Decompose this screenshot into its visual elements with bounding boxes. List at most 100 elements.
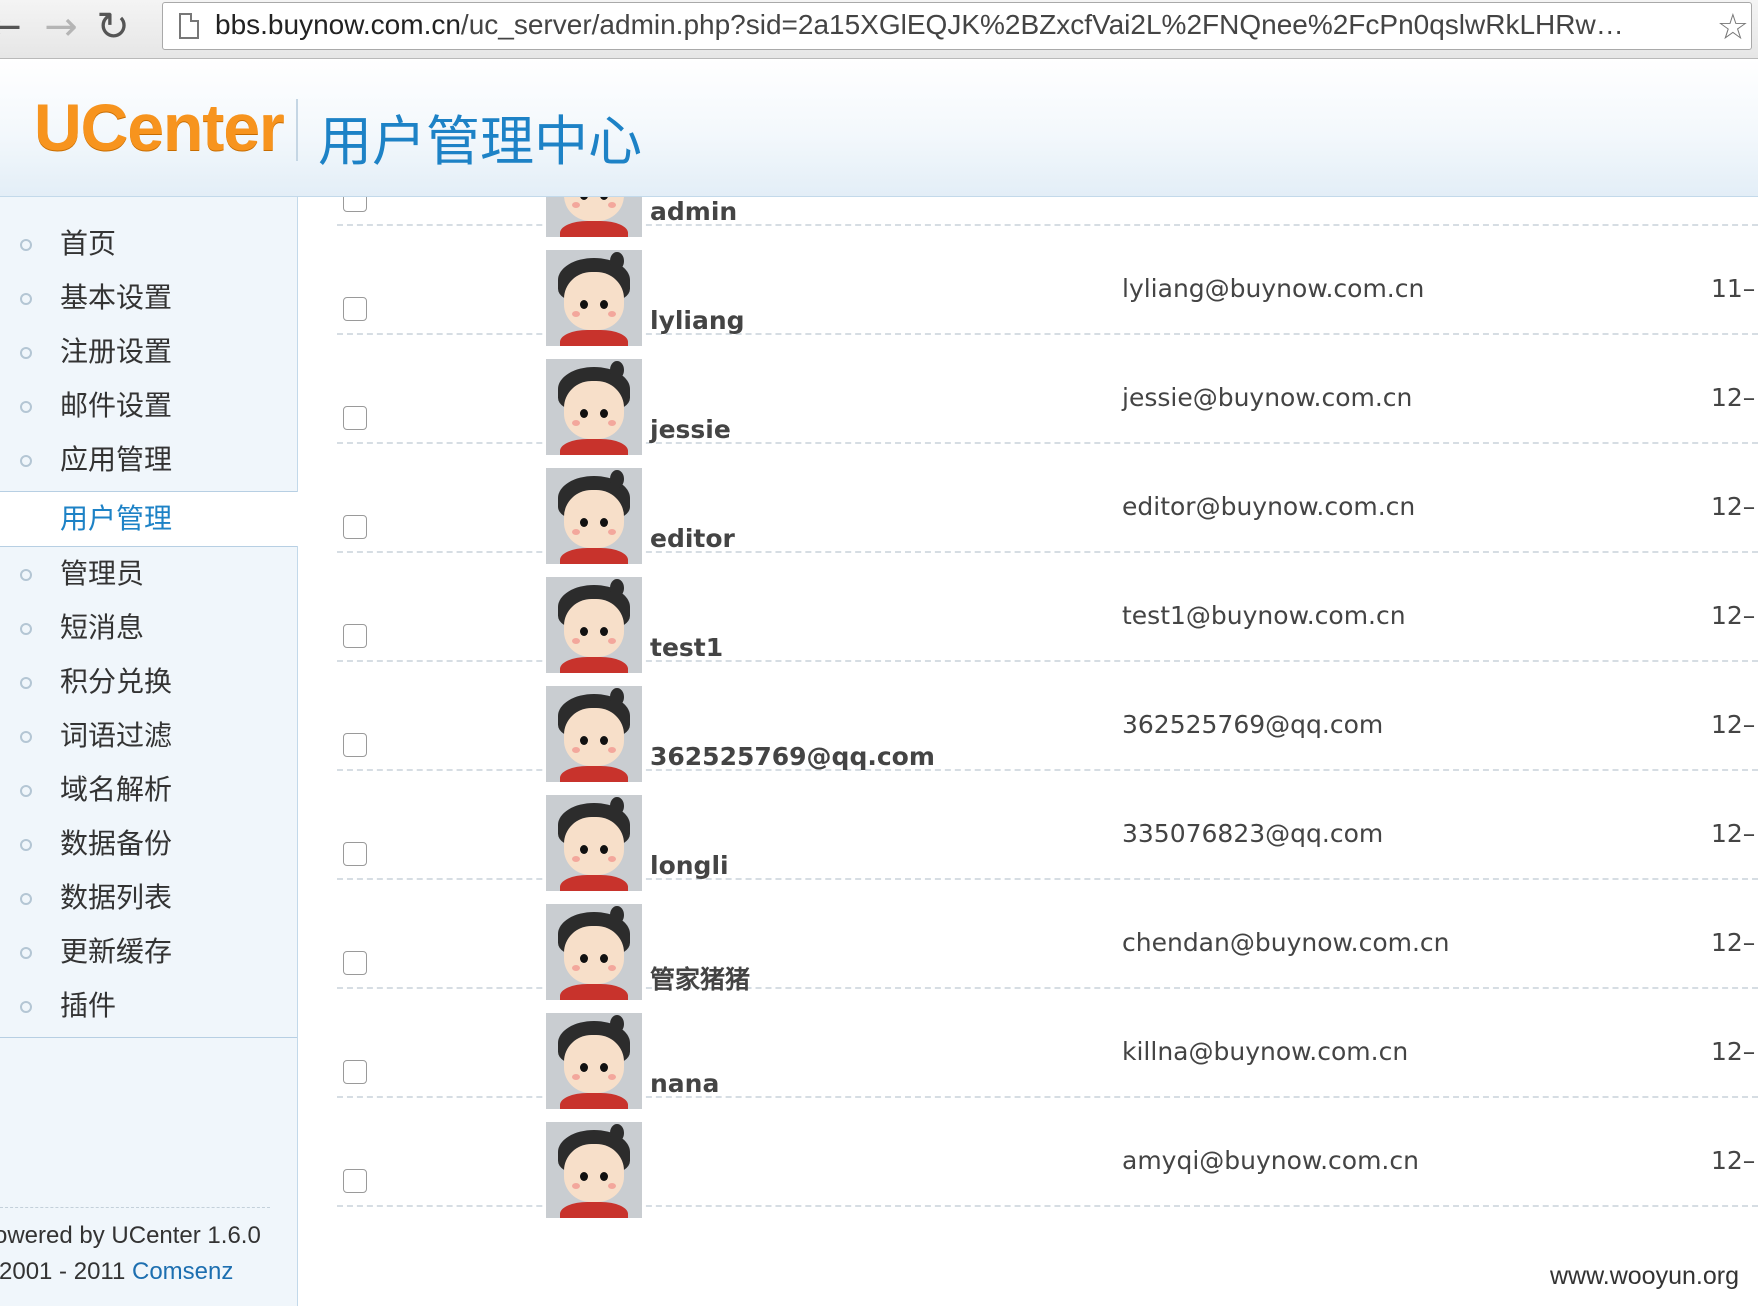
avatar bbox=[546, 795, 642, 891]
username[interactable]: longli bbox=[650, 851, 729, 880]
watermark-text: www.wooyun.org bbox=[1550, 1262, 1739, 1290]
sidebar-item-label: 管理员 bbox=[60, 557, 145, 590]
bullet-icon bbox=[20, 731, 32, 743]
register-date: 12– bbox=[1711, 819, 1756, 848]
table-row: longli 335076823@qq.com 12– bbox=[337, 771, 1758, 891]
register-date: 12– bbox=[1711, 710, 1756, 739]
avatar bbox=[546, 686, 642, 782]
sidebar-item-label: 数据备份 bbox=[60, 827, 173, 860]
header-divider bbox=[296, 99, 298, 161]
row-checkbox[interactable] bbox=[343, 297, 367, 321]
copyright-years: 2001 - 2011 bbox=[0, 1258, 126, 1285]
sidebar-item[interactable]: 短消息 bbox=[0, 601, 297, 655]
register-date: 12– bbox=[1711, 383, 1756, 412]
username[interactable]: nana bbox=[650, 1069, 719, 1098]
sidebar-item-label: 插件 bbox=[60, 989, 117, 1022]
sidebar-item[interactable]: 注册设置 bbox=[0, 325, 297, 379]
user-email: amyqi@buynow.com.cn bbox=[1122, 1146, 1419, 1175]
bookmark-star-icon[interactable]: ☆ bbox=[1717, 7, 1749, 48]
user-email: editor@buynow.com.cn bbox=[1122, 492, 1416, 521]
row-checkbox[interactable] bbox=[343, 951, 367, 975]
row-checkbox[interactable] bbox=[343, 406, 367, 430]
user-email: test1@buynow.com.cn bbox=[1122, 601, 1406, 630]
username[interactable]: test1 bbox=[650, 633, 723, 662]
bullet-icon bbox=[20, 947, 32, 959]
avatar bbox=[546, 1122, 642, 1218]
bullet-icon bbox=[20, 239, 32, 251]
address-bar[interactable]: bbs.buynow.com.cn/uc_server/admin.php?si… bbox=[162, 2, 1752, 50]
forward-arrow-icon[interactable]: → bbox=[38, 4, 84, 50]
bullet-icon bbox=[20, 455, 32, 467]
sidebar: 首页基本设置注册设置邮件设置应用管理 用户管理 管理员短消息积分兑换词语过滤域名… bbox=[0, 197, 298, 1306]
sidebar-item-label: 数据列表 bbox=[60, 881, 173, 914]
username[interactable]: editor bbox=[650, 524, 735, 553]
avatar bbox=[546, 359, 642, 455]
url-text[interactable]: bbs.buynow.com.cn/uc_server/admin.php?si… bbox=[215, 9, 1624, 41]
url-host: bbs.buynow.com.cn bbox=[215, 9, 461, 40]
table-row: lyliang lyliang@buynow.com.cn 11– bbox=[337, 226, 1758, 346]
sidebar-item-label: 词语过滤 bbox=[60, 719, 173, 752]
avatar bbox=[546, 468, 642, 564]
bullet-icon bbox=[20, 677, 32, 689]
username[interactable]: lyliang bbox=[650, 306, 745, 335]
table-row: 362525769@qq.com 362525769@qq.com 12– bbox=[337, 662, 1758, 782]
avatar bbox=[546, 577, 642, 673]
bullet-icon bbox=[20, 569, 32, 581]
browser-toolbar: ← → ↻ bbs.buynow.com.cn/uc_server/admin.… bbox=[0, 0, 1758, 59]
table-row: amyqi@buynow.com.cn 12– bbox=[337, 1098, 1758, 1218]
bullet-icon bbox=[20, 893, 32, 905]
table-row: admin11– bbox=[337, 197, 1758, 237]
user-email: 335076823@qq.com bbox=[1122, 819, 1384, 848]
ucenter-logo[interactable]: UCenter bbox=[34, 89, 285, 165]
register-date: 12– bbox=[1711, 492, 1756, 521]
powered-by-text: owered by UCenter 1.6.0 bbox=[0, 1222, 261, 1249]
sidebar-item-label: 更新缓存 bbox=[60, 935, 173, 968]
sidebar-item[interactable]: 基本设置 bbox=[0, 271, 297, 325]
menu-group-settings: 首页基本设置注册设置邮件设置应用管理 bbox=[0, 197, 297, 492]
sidebar-item[interactable]: 数据列表 bbox=[0, 871, 297, 925]
copyright-text: 2001 - 2011 Comsenz bbox=[0, 1254, 270, 1290]
username[interactable]: 362525769@qq.com bbox=[650, 742, 935, 771]
sidebar-item[interactable]: 域名解析 bbox=[0, 763, 297, 817]
sidebar-footer: owered by UCenter 1.6.0 2001 - 2011 Coms… bbox=[0, 1207, 270, 1290]
comsenz-link[interactable]: Comsenz bbox=[132, 1258, 233, 1285]
username[interactable]: admin bbox=[650, 197, 737, 226]
username[interactable]: jessie bbox=[650, 415, 731, 444]
sidebar-item[interactable]: 首页 bbox=[0, 217, 297, 271]
bullet-icon bbox=[20, 785, 32, 797]
row-checkbox[interactable] bbox=[343, 842, 367, 866]
sidebar-item-label: 应用管理 bbox=[60, 443, 173, 476]
row-checkbox[interactable] bbox=[343, 1060, 367, 1084]
sidebar-item-label: 首页 bbox=[60, 227, 117, 260]
row-checkbox[interactable] bbox=[343, 1169, 367, 1193]
row-checkbox[interactable] bbox=[343, 197, 367, 212]
back-arrow-icon[interactable]: ← bbox=[0, 4, 28, 50]
table-row: nana killna@buynow.com.cn 12– bbox=[337, 989, 1758, 1109]
table-row: 管家猪猪 chendan@buynow.com.cn 12– bbox=[337, 880, 1758, 1000]
row-checkbox[interactable] bbox=[343, 624, 367, 648]
table-row: editor editor@buynow.com.cn 12– bbox=[337, 444, 1758, 564]
user-list: admin11– lyliang lyliang@buynow.com.cn 11– j… bbox=[337, 197, 1758, 1306]
bullet-icon bbox=[20, 293, 32, 305]
sidebar-item[interactable]: 邮件设置 bbox=[0, 379, 297, 433]
sidebar-item-label: 基本设置 bbox=[60, 281, 173, 314]
page-title: 用户管理中心 bbox=[318, 110, 642, 173]
sidebar-item[interactable]: 更新缓存 bbox=[0, 925, 297, 979]
row-checkbox[interactable] bbox=[343, 515, 367, 539]
sidebar-item-label: 积分兑换 bbox=[60, 665, 173, 698]
sidebar-item-user-management[interactable]: 用户管理 bbox=[0, 492, 298, 546]
sidebar-item[interactable]: 数据备份 bbox=[0, 817, 297, 871]
sidebar-item[interactable]: 应用管理 bbox=[0, 433, 297, 487]
sidebar-item-label: 短消息 bbox=[60, 611, 145, 644]
sidebar-item[interactable]: 积分兑换 bbox=[0, 655, 297, 709]
reload-icon[interactable]: ↻ bbox=[90, 4, 136, 50]
bullet-icon bbox=[20, 347, 32, 359]
avatar bbox=[546, 904, 642, 1000]
register-date: 12– bbox=[1711, 601, 1756, 630]
row-checkbox[interactable] bbox=[343, 733, 367, 757]
page-icon bbox=[179, 13, 199, 39]
sidebar-item[interactable]: 插件 bbox=[0, 979, 297, 1033]
sidebar-item-label: 注册设置 bbox=[60, 335, 173, 368]
sidebar-item[interactable]: 管理员 bbox=[0, 547, 297, 601]
sidebar-item[interactable]: 词语过滤 bbox=[0, 709, 297, 763]
